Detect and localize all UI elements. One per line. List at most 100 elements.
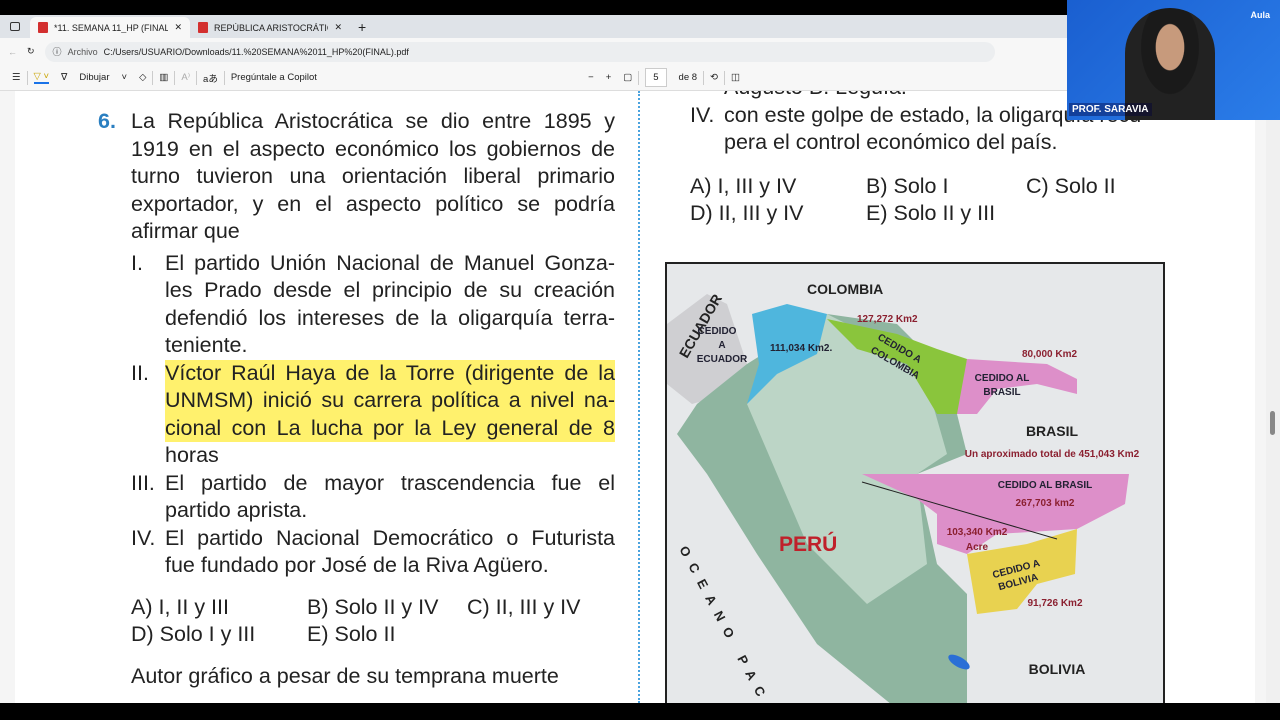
draw-icon[interactable]: ∇ xyxy=(61,72,67,83)
statement-ii: II. Víctor Raúl Haya de la Torre (dirige… xyxy=(131,359,615,470)
stem-line: turno tuvieron una orientación liberal p… xyxy=(131,164,615,188)
highlighted-line: cional con La lucha por la Ley general d… xyxy=(165,414,615,442)
bottom-bar xyxy=(0,703,1280,720)
aula-logo: Aula xyxy=(1250,10,1270,20)
label: CEDIDO xyxy=(698,326,737,337)
answer-options: A) I, II y III B) Solo II y IV C) II, III … xyxy=(131,594,615,649)
pdf-page: 6. La República Aristocrática se dio ent… xyxy=(15,91,1255,703)
statement-line: partido aprista. xyxy=(165,498,308,522)
address-bar[interactable]: ⓘ Archivo C:/Users/USUARIO/Downloads/11.… xyxy=(44,41,995,62)
new-tab-button[interactable]: + xyxy=(358,19,366,35)
option-b: B) Solo I xyxy=(866,173,949,198)
option-e: E) Solo II y III xyxy=(866,201,996,225)
statement-line: fue fundado por José de la Riva Agüero. xyxy=(165,553,549,577)
url-text[interactable]: C:/Users/USUARIO/Downloads/11.%20SEMANA%… xyxy=(104,47,409,57)
pdf-icon xyxy=(38,22,48,33)
vertical-scrollbar[interactable] xyxy=(1266,91,1280,703)
label: 80,000 Km2 xyxy=(1022,349,1077,360)
chevron-down-icon[interactable]: ˅ xyxy=(122,72,128,83)
webcam-overlay: Aula PROF. SARAVIA xyxy=(1067,0,1280,120)
label: A xyxy=(718,340,725,351)
label: 103,340 Km2 xyxy=(947,527,1008,538)
highlighted-line: UNMSM) inició su carrera política a nive… xyxy=(165,387,615,415)
option-d: D) II, III y IV xyxy=(690,201,804,225)
zoom-in-button[interactable]: + xyxy=(606,72,612,83)
rotate-icon[interactable]: ⟲ xyxy=(710,72,718,83)
label-peru: PERÚ xyxy=(779,532,837,556)
page-number-input[interactable]: 5 xyxy=(645,68,667,87)
next-question-partial: Autor gráfico a pesar de su temprana mue… xyxy=(131,663,559,688)
option-a: A) I, III y IV xyxy=(690,173,797,198)
highlighted-line: Víctor Raúl Haya de la Torre (dirigente … xyxy=(165,359,615,387)
label: ECUADOR xyxy=(697,354,748,365)
label: Un aproximado total de 451,043 Km2 xyxy=(965,449,1140,460)
answer-options: A) I, III y IV B) Solo I C) Solo II D) II,… xyxy=(690,173,1170,228)
statement-iii: III. El partido de mayor trascendencia f… xyxy=(131,470,615,525)
statement-number: I. xyxy=(131,250,143,275)
option-d: D) Solo I y III xyxy=(131,622,256,646)
statement-line: les Prado desde el principio de su creac… xyxy=(165,278,615,302)
close-icon[interactable]: ✕ xyxy=(174,22,182,33)
scrollbar-thumb[interactable] xyxy=(1270,411,1275,435)
refresh-icon[interactable]: ↻ xyxy=(27,46,35,57)
stem-line: La República Aristocrática se dio entre … xyxy=(131,109,615,133)
stem-line: 1919 en el aspecto económico los gobiern… xyxy=(131,136,615,161)
read-aloud-icon[interactable]: A⁾ xyxy=(181,72,190,83)
option-b: B) Solo II y IV xyxy=(307,594,439,619)
label: 267,703 km2 xyxy=(1016,498,1075,509)
stem-line: exportador, y en el aspecto político se … xyxy=(131,191,615,216)
tab-actions-icon[interactable] xyxy=(10,22,20,31)
fit-page-icon[interactable]: ▢ xyxy=(623,72,632,83)
option-a: A) I, II y III xyxy=(131,594,229,619)
label-colombia: COLOMBIA xyxy=(807,281,883,297)
tab-republica-pdf[interactable]: REPÚBLICA ARISTOCRÁTICA - ON✕ xyxy=(190,17,350,38)
statement-line: horas xyxy=(165,443,219,467)
presenter-name: PROF. SARAVIA xyxy=(1069,103,1152,116)
translate-icon[interactable]: aあ xyxy=(203,71,218,85)
statement-list: I. El partido Unión Nacional de Manuel G… xyxy=(98,250,615,580)
page-total: de 8 xyxy=(678,72,698,83)
back-icon[interactable]: ← xyxy=(8,47,17,57)
label: CEDIDO AL BRASIL xyxy=(998,480,1092,491)
eraser-icon[interactable]: ◇ xyxy=(139,72,146,83)
close-icon[interactable]: ✕ xyxy=(334,22,342,33)
peru-territory-map: COLOMBIA ECUADOR CEDIDO A ECUADOR 111,03… xyxy=(665,262,1165,703)
statement-line: El partido Unión Nacional de Manuel Gonz… xyxy=(165,250,615,275)
option-e: E) Solo II xyxy=(307,622,396,646)
label-brasil: BRASIL xyxy=(1026,423,1079,439)
zoom-out-button[interactable]: − xyxy=(588,72,594,83)
statement-number: III. xyxy=(131,470,155,495)
highlight-button[interactable]: ▽ ˅ xyxy=(33,71,50,84)
label: 91,726 Km2 xyxy=(1027,598,1082,609)
pdf-viewport: 6. La República Aristocrática se dio ent… xyxy=(0,91,1280,703)
statement-number: IV. xyxy=(690,102,715,127)
question-6: 6. La República Aristocrática se dio ent… xyxy=(98,108,615,690)
label-bolivia: BOLIVIA xyxy=(1029,661,1086,677)
label: CEDIDO AL xyxy=(975,373,1030,384)
label: Acre xyxy=(966,542,989,553)
statement-number: IV. xyxy=(131,525,156,550)
label: BRASIL xyxy=(983,387,1020,398)
tab-semana-pdf[interactable]: *11. SEMANA 11_HP (FINAL).pdf✕ xyxy=(30,17,190,38)
statement-i: I. El partido Unión Nacional de Manuel G… xyxy=(131,250,615,360)
statement-line: teniente. xyxy=(165,333,248,357)
statement-line: defendió los intereses de la oligarquía … xyxy=(165,305,615,330)
copilot-button[interactable]: Pregúntale a Copilot xyxy=(231,72,317,83)
statement-line: El partido Nacional Democrático o Futuri… xyxy=(165,525,615,550)
option-c: C) Solo II xyxy=(1026,173,1116,198)
draw-button[interactable]: Dibujar xyxy=(79,72,109,83)
info-icon: ⓘ xyxy=(52,47,62,57)
statement-number: II. xyxy=(131,360,149,385)
statement-line: El partido de mayor trascendencia fue el xyxy=(165,470,615,495)
label: 127,272 Km2 xyxy=(857,314,918,325)
option-c: C) II, III y IV xyxy=(467,594,581,619)
column-divider xyxy=(638,91,640,703)
contents-icon[interactable]: ☰ xyxy=(12,72,21,83)
statement-iv: IV. El partido Nacional Democrático o Fu… xyxy=(131,525,615,580)
text-icon[interactable]: ▥ xyxy=(159,72,168,83)
statement-line: pera el control económico del país. xyxy=(724,130,1058,154)
question-number: 6. xyxy=(98,109,116,133)
label: 111,034 Km2. xyxy=(770,343,832,354)
page-view-icon[interactable]: ◫ xyxy=(731,72,740,83)
stem-line: afirmar que xyxy=(131,219,240,243)
